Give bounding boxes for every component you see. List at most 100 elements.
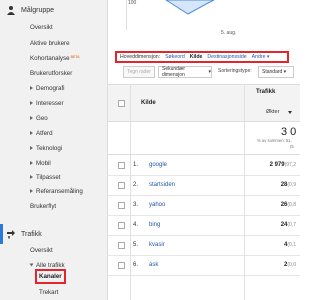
expand-arrow-icon <box>30 86 33 91</box>
sidebar-item-atferd[interactable]: Atferd <box>30 130 53 137</box>
tegn-rader-button[interactable]: Tegn rader <box>123 66 155 78</box>
section-malgruppe-title: Målgruppe <box>21 6 55 14</box>
secondary-dimension-select[interactable]: Sekundær dimensjon ▾ <box>158 66 212 78</box>
row-value-percent: (0,9 <box>287 182 296 188</box>
expand-arrow-icon <box>30 146 33 151</box>
section-malgruppe[interactable]: Målgruppe <box>6 5 54 15</box>
column-header-kilde[interactable]: Kilde <box>141 100 156 106</box>
row-value-percent: (0,0 <box>287 262 296 268</box>
row-value: 4(0,1 <box>284 242 296 248</box>
alle-trafikk-label: Alle trafikk <box>36 262 65 269</box>
row-source-link[interactable]: yahoo <box>149 202 165 208</box>
section-trafikk[interactable]: Trafikk <box>6 229 42 239</box>
dimension-option-kilde[interactable]: Kilde <box>190 54 203 60</box>
expand-arrow-icon <box>30 161 33 166</box>
sidebar-item-tilpasset[interactable]: Tilpasset <box>30 174 61 181</box>
person-icon <box>7 6 15 15</box>
total-sessions: 3 0 <box>281 126 297 138</box>
sidebar-item-brukerutforsker[interactable]: Brukerutforsker <box>30 70 72 77</box>
select-all-checkbox[interactable] <box>118 100 125 107</box>
row-value-percent: (0,1 <box>287 242 296 248</box>
row-checkbox[interactable] <box>118 162 125 169</box>
sort-type-label: Sorteringstype: <box>218 68 252 74</box>
row-value-percent: (97,2 <box>284 162 296 168</box>
row-value: 24(0,7 <box>281 222 296 228</box>
row-checkbox[interactable] <box>118 182 125 189</box>
traffic-arrows-icon <box>7 230 15 239</box>
table-row: 5. kvasir 4(0,1 <box>108 236 300 256</box>
collapse-arrow-icon <box>29 263 34 267</box>
total-percent-text: % av summen: 51, <box>257 138 292 143</box>
row-source-link[interactable]: startsiden <box>149 182 175 188</box>
sidebar-item-trafikk-oversikt[interactable]: Oversikt <box>30 247 53 254</box>
table-header: Kilde Trafikk Økter <box>108 84 300 122</box>
row-source-link[interactable]: bing <box>149 222 160 228</box>
sort-type-value: Standard <box>262 69 283 75</box>
row-checkbox[interactable] <box>118 202 125 209</box>
row-number: 1. <box>133 162 139 168</box>
sidebar-item-kohortanalyse[interactable]: KohortanalyseBETA <box>30 55 79 62</box>
sidebar-item-interesser[interactable]: Interesser <box>30 100 64 107</box>
dimension-option-andre[interactable]: Andre ▾ <box>252 54 270 60</box>
sidebar-item-teknologi[interactable]: Teknologi <box>30 145 62 152</box>
interesser-label: Interesser <box>36 100 64 107</box>
table-row: 1. google 2 979(97,2 <box>108 156 300 176</box>
traffic-chart <box>126 0 215 30</box>
expand-arrow-icon <box>30 116 33 121</box>
chart-series-area <box>165 0 215 15</box>
row-checkbox[interactable] <box>118 222 125 229</box>
mobil-label: Mobil <box>36 160 51 167</box>
divider <box>108 154 300 155</box>
sidebar-item-aktive-brukere[interactable]: Aktive brukere <box>30 40 70 47</box>
dimension-option-sokeord[interactable]: Søkeord <box>165 54 185 60</box>
table-row: 4. bing 24(0,7 <box>108 216 300 236</box>
main-content: 100 5. aug. Hoveddimensjon: Søkeord Kild… <box>108 0 300 300</box>
section-trafikk-title: Trafikk <box>21 230 42 238</box>
andre-label: Andre <box>251 54 266 60</box>
row-checkbox[interactable] <box>118 262 125 269</box>
row-source-link[interactable]: ask <box>149 262 158 268</box>
table-row: 6. ask 2(0,0 <box>108 256 300 276</box>
sidebar-item-referansemaling[interactable]: Referansemåling <box>30 188 83 195</box>
secondary-dimension-label: Sekundær dimensjon <box>162 66 186 78</box>
referansemaling-label: Referansemåling <box>36 188 83 195</box>
row-number: 4. <box>133 222 139 228</box>
sidebar-item-kanaler[interactable]: Kanaler <box>39 273 62 280</box>
kohortanalyse-label: Kohortanalyse <box>30 55 70 62</box>
expand-arrow-icon <box>30 175 33 180</box>
row-value: 2(0,0 <box>284 262 296 268</box>
column-divider <box>130 84 131 300</box>
expand-arrow-icon <box>30 101 33 106</box>
sidebar-item-geo[interactable]: Geo <box>30 115 48 122</box>
sidebar-item-brukerflyt[interactable]: Brukerflyt <box>30 203 56 210</box>
primary-dimension-label: Hoveddimensjon: <box>120 54 161 60</box>
row-value: 2 979(97,2 <box>270 162 296 168</box>
row-source-link[interactable]: google <box>149 162 167 168</box>
column-divider <box>244 84 245 300</box>
sort-desc-icon <box>288 111 292 114</box>
total-percent-sub: (5 <box>290 144 294 149</box>
row-value-percent: (0,8 <box>287 202 296 208</box>
column-header-okter[interactable]: Økter <box>266 109 279 115</box>
column-group-trafikk: Trafikk <box>256 89 276 95</box>
row-number: 6. <box>133 262 139 268</box>
sidebar-item-mobil[interactable]: Mobil <box>30 160 51 167</box>
row-source-link[interactable]: kvasir <box>149 242 165 248</box>
table-row: 2. startsiden 28(0,9 <box>108 176 300 196</box>
sort-type-select[interactable]: Standard ▾ <box>258 66 294 78</box>
row-checkbox[interactable] <box>118 242 125 249</box>
row-value: 26(0,8 <box>281 202 296 208</box>
sidebar-item-alle-trafikk[interactable]: Alle trafikk <box>29 262 65 269</box>
row-value-number: 2 979 <box>269 162 285 168</box>
beta-badge: BETA <box>70 55 80 59</box>
chart-x-date-label: 5. aug. <box>221 30 237 36</box>
sidebar-item-demografi[interactable]: Demografi <box>30 85 65 92</box>
teknologi-label: Teknologi <box>36 145 63 152</box>
sidebar: Målgruppe Oversikt Aktive brukere Kohort… <box>0 0 108 300</box>
dimension-option-destinasjonsside[interactable]: Destinasjonsside <box>207 54 246 60</box>
demografi-label: Demografi <box>36 85 65 92</box>
primary-dimension-bar: Hoveddimensjon: Søkeord Kilde Destinasjo… <box>115 51 289 63</box>
sidebar-item-trekart[interactable]: Trekart <box>39 289 58 296</box>
atferd-label: Atferd <box>36 130 53 137</box>
sidebar-item-oversikt[interactable]: Oversikt <box>30 24 53 31</box>
